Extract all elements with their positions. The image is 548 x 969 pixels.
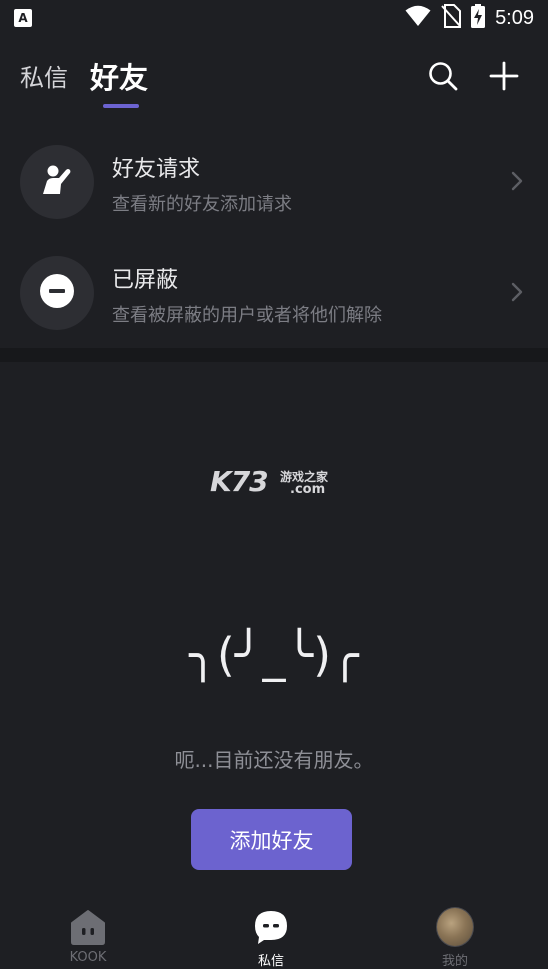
nav-label-direct-messages: 私信 xyxy=(257,954,284,969)
nav-label-me: 我的 xyxy=(441,954,468,969)
section-divider xyxy=(0,348,548,362)
watermark-dotcom: .com xyxy=(290,482,326,497)
friends-options-list: 好友请求 查看新的好友添加请求 已屏蔽 查看被屏蔽的用户或者将他们解除 xyxy=(0,125,548,347)
plus-icon xyxy=(489,61,519,95)
search-icon xyxy=(428,61,458,95)
block-icon-wrapper xyxy=(20,256,94,330)
empty-message: 呃...目前还没有朋友。 xyxy=(174,748,374,772)
row-subtitle: 查看新的好友添加请求 xyxy=(112,194,292,215)
nav-item-me[interactable]: 我的 xyxy=(395,906,515,969)
tab-direct-messages[interactable]: 私信 xyxy=(20,58,68,93)
battery-charging-icon xyxy=(471,4,486,32)
empty-kaomoji: ╮(╯_╰)╭ xyxy=(189,628,359,682)
watermark-logo: K73 游戏之家 .com xyxy=(210,465,350,505)
home-icon xyxy=(69,908,107,946)
active-tab-indicator xyxy=(103,104,139,108)
chevron-right-icon xyxy=(510,171,524,191)
friends-screen: A 5:09 私信 好友 好友请求 查看新的好友添加请求 已屏蔽 查看被屏蔽的用… xyxy=(0,0,548,969)
status-bar: A 5:09 xyxy=(0,0,548,36)
nav-item-direct-messages[interactable]: 私信 xyxy=(211,906,331,969)
chevron-right-icon xyxy=(510,282,524,302)
friend-requests-row[interactable]: 好友请求 查看新的好友添加请求 xyxy=(0,125,548,236)
app-notification-icon: A xyxy=(14,9,32,27)
row-subtitle: 查看被屏蔽的用户或者将他们解除 xyxy=(112,305,382,326)
top-header: 私信 好友 xyxy=(0,52,548,112)
search-button[interactable] xyxy=(425,60,461,96)
bottom-navigation: KOOK 私信 我的 xyxy=(0,900,548,969)
status-time: 5:09 xyxy=(495,6,534,29)
tab-friends[interactable]: 好友 xyxy=(90,55,148,97)
add-friend-button[interactable]: 添加好友 xyxy=(191,809,352,870)
avatar-wrapper xyxy=(436,907,474,947)
add-button[interactable] xyxy=(486,60,522,96)
friend-request-icon xyxy=(39,162,75,202)
avatar xyxy=(436,907,474,947)
block-icon xyxy=(39,273,75,313)
nav-item-kook[interactable]: KOOK xyxy=(28,906,148,969)
nav-label-kook: KOOK xyxy=(69,950,107,965)
status-right: 5:09 xyxy=(405,4,534,32)
blocked-row[interactable]: 已屏蔽 查看被屏蔽的用户或者将他们解除 xyxy=(0,236,548,347)
row-title: 好友请求 xyxy=(112,157,201,182)
friend-request-icon-wrapper xyxy=(20,145,94,219)
wifi-icon xyxy=(405,5,431,31)
row-title: 已屏蔽 xyxy=(112,268,179,293)
no-sim-icon xyxy=(441,4,462,32)
watermark-main: K73 xyxy=(210,465,269,498)
chat-bubble-icon xyxy=(252,908,290,946)
